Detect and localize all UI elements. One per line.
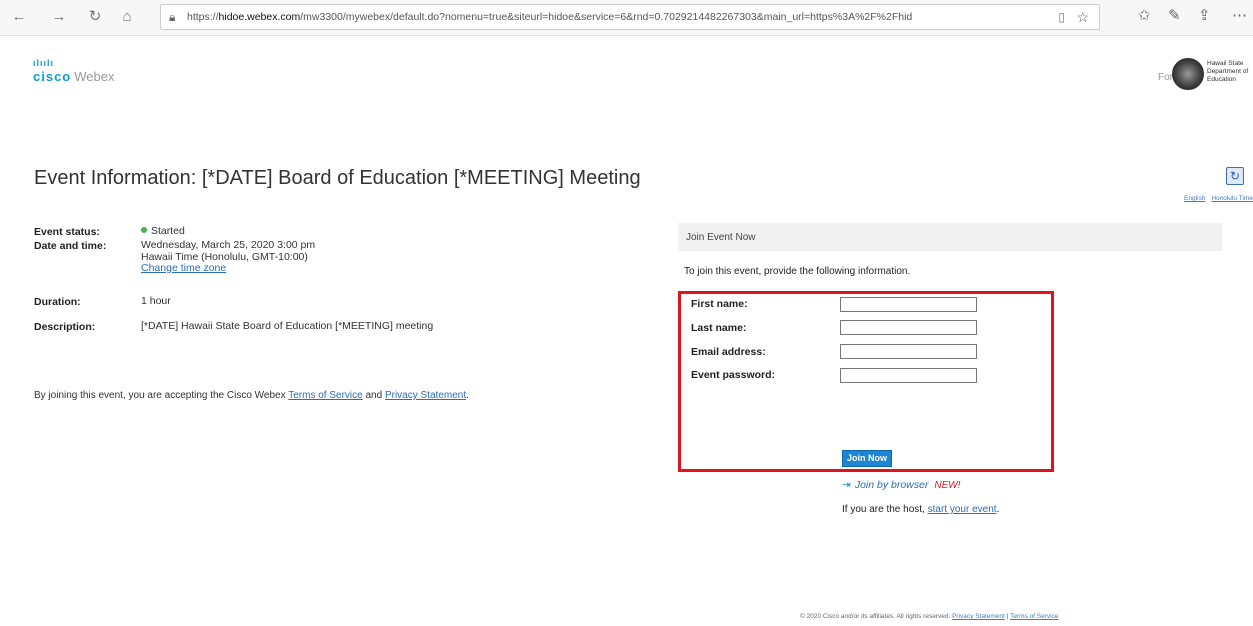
status-dot-icon bbox=[141, 227, 147, 233]
privacy-statement-link[interactable]: Privacy Statement bbox=[385, 390, 466, 401]
copyright-text: © 2020 Cisco and/or its affiliates. All … bbox=[800, 613, 951, 620]
email-input[interactable] bbox=[840, 344, 977, 359]
join-by-browser-link[interactable]: Join by browser bbox=[855, 479, 929, 491]
last-name-input[interactable] bbox=[840, 320, 977, 335]
email-label: Email address: bbox=[691, 346, 766, 358]
host-prefix: If you are the host, bbox=[842, 504, 925, 515]
footer-privacy-link[interactable]: Privacy Statement bbox=[952, 613, 1005, 620]
back-icon[interactable]: ← bbox=[8, 6, 30, 28]
refresh-icon[interactable]: ↻ bbox=[84, 6, 106, 28]
language-link[interactable]: English bbox=[1184, 195, 1205, 202]
join-instruction: To join this event, provide the followin… bbox=[684, 266, 911, 277]
language-links: English Honolulu Time bbox=[1178, 195, 1253, 202]
disclaimer-text: By joining this event, you are accepting… bbox=[34, 390, 286, 401]
footer: © 2020 Cisco and/or its affiliates. All … bbox=[800, 613, 1058, 620]
more-icon[interactable]: ⋯ bbox=[1232, 6, 1247, 24]
description-label: Description: bbox=[34, 321, 96, 333]
pen-icon[interactable]: ✎ bbox=[1168, 6, 1181, 24]
status-value: Started bbox=[141, 225, 185, 238]
date-label: Date and time: bbox=[34, 240, 107, 252]
event-password-label: Event password: bbox=[691, 369, 776, 381]
lock-icon: 🔒︎ bbox=[169, 10, 176, 24]
brand-name: cisco bbox=[33, 69, 72, 84]
first-name-label: First name: bbox=[691, 298, 748, 310]
duration-label: Duration: bbox=[34, 296, 81, 308]
reading-view-icon[interactable]: ▯ bbox=[1058, 10, 1065, 24]
host-line: If you are the host, start your event. bbox=[842, 504, 999, 515]
join-now-button[interactable]: Join Now bbox=[842, 450, 892, 467]
page-title: Event Information: [*DATE] Board of Educ… bbox=[34, 167, 641, 189]
url-prefix: https:// bbox=[187, 11, 219, 23]
disclaimer-period: . bbox=[466, 390, 469, 401]
new-badge: NEW! bbox=[934, 480, 961, 491]
event-password-input[interactable] bbox=[840, 368, 977, 383]
share-icon[interactable]: ⇪ bbox=[1198, 6, 1211, 24]
url-text[interactable]: https://hidoe.webex.com/mw3300/mywebex/d… bbox=[187, 11, 1027, 23]
browser-toolbar: ← → ↻ ⌂ 🔒︎ https://hidoe.webex.com/mw330… bbox=[0, 0, 1253, 36]
date-line-2: Hawaii Time (Honolulu, GMT-10:00) bbox=[141, 250, 308, 263]
date-line-1: Wednesday, March 25, 2020 3:00 pm bbox=[141, 239, 316, 251]
cisco-bars-icon: ılıılı bbox=[33, 58, 55, 68]
address-bar[interactable]: 🔒︎ https://hidoe.webex.com/mw3300/mywebe… bbox=[160, 4, 1100, 30]
url-path: /mw3300/mywebex/default.do?nomenu=true&s… bbox=[300, 11, 913, 23]
page-refresh-icon[interactable]: ↻ bbox=[1226, 167, 1244, 185]
join-event-header: Join Event Now bbox=[678, 223, 1222, 251]
description-value: [*DATE] Hawaii State Board of Education … bbox=[141, 320, 434, 332]
footer-terms-link[interactable]: Terms of Service bbox=[1010, 613, 1058, 620]
terms-of-service-link[interactable]: Terms of Service bbox=[288, 390, 362, 401]
start-your-event-link[interactable]: start your event bbox=[928, 504, 997, 515]
org-name: Hawaii State Department of Education bbox=[1207, 60, 1249, 83]
status-text: Started bbox=[151, 225, 185, 237]
join-arrow-icon: ⇥ bbox=[842, 479, 851, 491]
first-name-input[interactable] bbox=[840, 297, 977, 312]
forward-icon[interactable]: → bbox=[48, 6, 70, 28]
url-host: hidoe.webex.com bbox=[218, 11, 301, 23]
disclaimer-and: and bbox=[365, 390, 383, 401]
timezone-link[interactable]: Honolulu Time bbox=[1211, 195, 1253, 202]
cisco-webex-logo: ılıılı cisco Webex bbox=[33, 58, 114, 86]
terms-disclaimer: By joining this event, you are accepting… bbox=[34, 390, 469, 401]
footer-separator: | bbox=[1006, 613, 1009, 620]
favorite-star-icon[interactable]: ☆ bbox=[1076, 9, 1089, 26]
org-seal-icon bbox=[1172, 58, 1204, 90]
for-label: For bbox=[1158, 72, 1173, 83]
join-by-browser[interactable]: ⇥ Join by browser NEW! bbox=[842, 479, 960, 491]
change-time-zone-link[interactable]: Change time zone bbox=[141, 262, 226, 274]
duration-value: 1 hour bbox=[141, 295, 171, 307]
last-name-label: Last name: bbox=[691, 322, 747, 334]
status-label: Event status: bbox=[34, 226, 100, 238]
favorites-icon[interactable]: ✩ bbox=[1138, 6, 1151, 24]
date-value: Wednesday, March 25, 2020 3:00 pm Hawaii… bbox=[141, 239, 316, 275]
product-name: Webex bbox=[74, 69, 115, 84]
host-period: . bbox=[996, 504, 1000, 515]
home-icon[interactable]: ⌂ bbox=[116, 6, 138, 28]
